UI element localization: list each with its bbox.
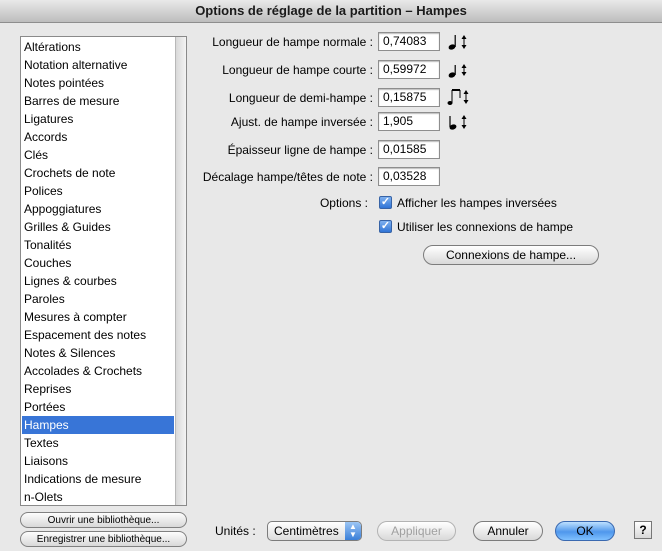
sidebar-item[interactable]: Accolades & Crochets [22, 362, 174, 380]
sidebar-item[interactable]: Notation alternative [22, 56, 174, 74]
sidebar-item[interactable]: Accords [22, 128, 174, 146]
sidebar-item[interactable]: Hampes [22, 416, 174, 434]
show-reversed-checkbox[interactable]: ✓ [379, 196, 392, 209]
line-thickness-label: Épaisseur ligne de hampe : [227, 143, 373, 157]
sidebar-item[interactable]: Mesures à compter [22, 308, 174, 326]
window-title: Options de réglage de la partition – Ham… [0, 0, 662, 23]
help-button[interactable]: ? [634, 521, 652, 539]
units-value: Centimètres [274, 524, 339, 538]
down-stem-arrows-icon[interactable] [446, 113, 472, 131]
sidebar-item[interactable]: Barres de mesure [22, 92, 174, 110]
sidebar-item[interactable]: Tonalités [22, 236, 174, 254]
options-label: Options : [319, 196, 368, 210]
sidebar-item[interactable]: Lignes & courbes [22, 272, 174, 290]
half-length-field[interactable]: 0,15875 [378, 88, 440, 107]
sidebar-item[interactable]: Couches [22, 254, 174, 272]
sidebar-item[interactable]: Ligatures [22, 110, 174, 128]
sidebar-item[interactable]: Grilles & Guides [22, 218, 174, 236]
normal-length-label: Longueur de hampe normale : [212, 35, 373, 49]
sidebar-item[interactable]: Notes pointées [22, 74, 174, 92]
eighth-note-arrows-icon[interactable] [446, 61, 472, 79]
category-list[interactable]: Altérations Notation alternative Notes poi… [20, 36, 187, 506]
units-select[interactable]: Centimètres ▲ ▼ [267, 521, 362, 541]
cancel-button[interactable]: Annuler [473, 521, 543, 541]
short-length-field[interactable]: 0,59972 [378, 60, 440, 79]
scrollbar[interactable] [175, 37, 186, 505]
units-label: Unités : [215, 524, 256, 538]
sidebar-item[interactable]: Clés [22, 146, 174, 164]
use-connections-checkbox[interactable]: ✓ [379, 220, 392, 233]
line-thickness-field[interactable]: 0,01585 [378, 140, 440, 159]
half-length-label: Longueur de demi-hampe : [228, 91, 373, 105]
sidebar-item[interactable]: Altérations [22, 38, 174, 56]
sidebar-item[interactable]: Textes [22, 434, 174, 452]
sidebar-item[interactable]: Portées [22, 398, 174, 416]
sidebar-item[interactable]: Liaisons [22, 452, 174, 470]
short-length-label: Longueur de hampe courte : [222, 63, 373, 77]
stem-connections-button[interactable]: Connexions de hampe... [423, 245, 599, 265]
sidebar-item[interactable]: Reprises [22, 380, 174, 398]
sidebar-item[interactable]: Paroles [22, 290, 174, 308]
sidebar-item[interactable]: Indications de mesure [22, 470, 174, 488]
show-reversed-label[interactable]: Afficher les hampes inversées [397, 196, 557, 210]
sidebar-item[interactable]: Espacement des notes [22, 326, 174, 344]
normal-length-field[interactable]: 0,74083 [378, 32, 440, 51]
open-library-button[interactable]: Ouvrir une bibliothèque... [20, 512, 187, 528]
quarter-note-arrows-icon[interactable] [446, 33, 472, 51]
sidebar-item[interactable]: Polices [22, 182, 174, 200]
save-library-button[interactable]: Enregistrer une bibliothèque... [20, 531, 187, 547]
reverse-adjust-field[interactable]: 1,905 [378, 112, 440, 131]
stem-offset-field[interactable]: 0,03528 [378, 167, 440, 186]
sidebar-item[interactable]: Notes & Silences [22, 344, 174, 362]
apply-button[interactable]: Appliquer [377, 521, 456, 541]
sidebar-item[interactable]: n-Olets [22, 488, 174, 505]
sidebar-item[interactable]: Appoggiatures [22, 200, 174, 218]
use-connections-label[interactable]: Utiliser les connexions de hampe [397, 220, 573, 234]
stem-offset-label: Décalage hampe/têtes de note : [202, 170, 373, 184]
beamed-note-arrows-icon[interactable] [446, 88, 472, 106]
reverse-adjust-label: Ajust. de hampe inversée : [230, 115, 373, 129]
ok-button[interactable]: OK [555, 521, 615, 541]
chevron-updown-icon: ▲ ▼ [345, 522, 361, 540]
sidebar-item[interactable]: Crochets de note [22, 164, 174, 182]
